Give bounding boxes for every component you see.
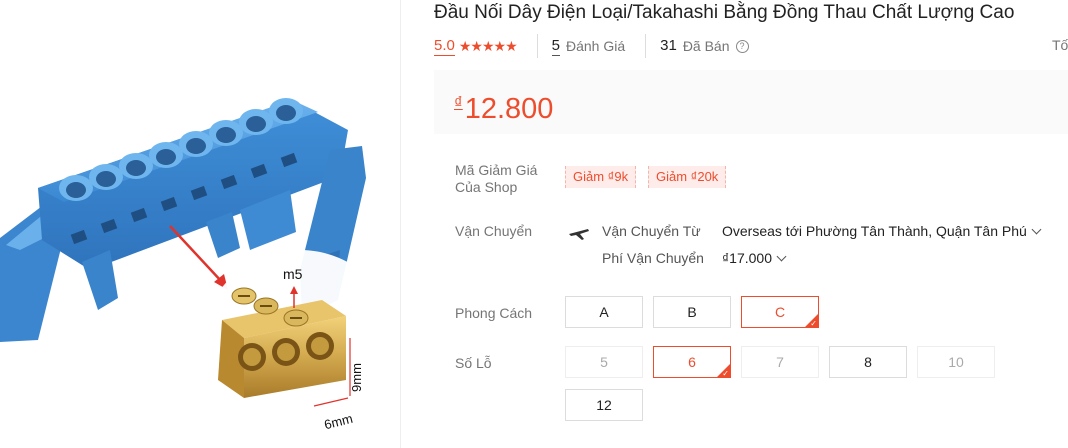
rating-value[interactable]: 5.0 (434, 37, 455, 56)
holes-option-5[interactable]: 5 (565, 346, 643, 378)
currency-symbol: ₫ (454, 93, 463, 112)
terminal-block-illustration (0, 98, 400, 448)
sold-count: 31 (660, 37, 677, 54)
price-box: ₫12.800 (434, 70, 1068, 134)
screw-size-label: m5 (283, 266, 303, 282)
reviews-count[interactable]: 5 (551, 37, 560, 56)
shipping-label: Vận Chuyển (455, 223, 533, 239)
holes-option-6[interactable]: 6 (653, 346, 731, 378)
holes-option-12[interactable]: 12 (565, 389, 643, 421)
ship-destination-value: Overseas tới Phường Tân Thành, Quận Tân … (722, 223, 1027, 239)
voucher-tag[interactable]: Giảm ₫9k (565, 166, 637, 188)
voucher-label: Mã Giảm Giá Của Shop (455, 162, 538, 195)
report-link-truncated[interactable]: Tố (1052, 37, 1068, 53)
style-option-c[interactable]: C (741, 296, 819, 328)
ship-fee-label: Phí Vận Chuyển (602, 250, 704, 266)
holes-option-10[interactable]: 10 (917, 346, 995, 378)
ship-fee-value: ₫17.000 (722, 250, 773, 266)
chevron-down-icon (1031, 224, 1042, 235)
ship-destination-selector[interactable]: Overseas tới Phường Tân Thành, Quận Tân … (722, 223, 1042, 240)
height-label: 9mm (348, 363, 364, 392)
style-label: Phong Cách (455, 305, 533, 321)
style-option-a[interactable]: A (565, 296, 643, 328)
product-info-panel: Đầu Nối Dây Điện Loại/Takahashi Bằng Đồn… (434, 0, 1068, 448)
chevron-down-icon (776, 251, 787, 262)
holes-option-8[interactable]: 8 (829, 346, 907, 378)
reviews-label: Đánh Giá (565, 38, 626, 54)
sold-label: Đã Bán (682, 38, 730, 54)
ship-from-label: Vận Chuyển Từ (602, 223, 701, 239)
plane-icon (569, 229, 589, 240)
style-option-b[interactable]: B (653, 296, 731, 328)
divider (536, 34, 538, 58)
price: ₫12.800 (454, 86, 553, 126)
product-meta-bar: 5.0 ★★★★★ 5 Đánh Giá 31 Đã Bán ? (434, 34, 749, 58)
product-title: Đầu Nối Dây Điện Loại/Takahashi Bằng Đồn… (434, 2, 1015, 23)
price-value: 12.800 (464, 93, 554, 125)
star-rating-icon: ★★★★★ (458, 37, 518, 54)
divider (645, 34, 647, 58)
help-icon[interactable]: ? (735, 39, 749, 53)
product-image[interactable]: m5 9mm 6mm (0, 0, 401, 448)
voucher-tag[interactable]: Giảm ₫20k (648, 166, 727, 188)
ship-fee-selector[interactable]: ₫17.000 (722, 250, 787, 267)
holes-option-7[interactable]: 7 (741, 346, 819, 378)
holes-label: Số Lỗ (455, 355, 492, 371)
